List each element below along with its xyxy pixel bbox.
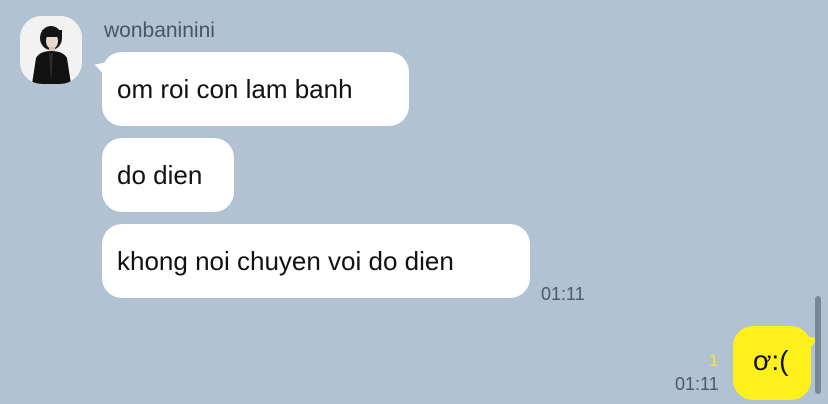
incoming-message-bubble[interactable]: khong noi chuyen voi do dien (102, 224, 530, 298)
outgoing-timestamp: 01:11 (675, 374, 719, 394)
scrollbar[interactable] (815, 296, 821, 394)
sender-name: wonbaninini (104, 19, 215, 42)
incoming-message-bubble[interactable]: om roi con lam banh (102, 52, 409, 126)
chat-view: wonbaninini om roi con lam banh do dien … (0, 0, 828, 404)
message-text: om roi con lam banh (117, 74, 353, 104)
outgoing-message-bubble[interactable]: ơ:( (733, 326, 811, 400)
unread-count: 1 (709, 351, 719, 370)
incoming-timestamp: 01:11 (541, 284, 585, 304)
message-text: ơ:( (753, 345, 789, 376)
person-photo-icon (20, 16, 82, 84)
message-text: do dien (117, 160, 203, 190)
incoming-message-bubble[interactable]: do dien (102, 138, 234, 212)
message-text: khong noi chuyen voi do dien (117, 246, 454, 276)
sender-avatar[interactable] (20, 16, 82, 84)
